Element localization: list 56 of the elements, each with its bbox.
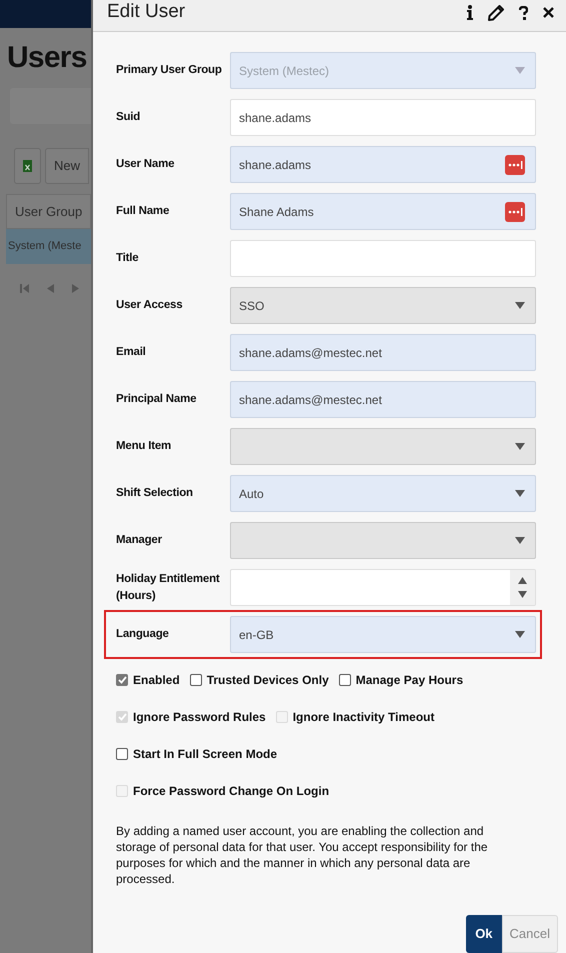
input-field[interactable] xyxy=(230,240,536,277)
field-label: Manager xyxy=(115,533,163,548)
checkbox-label: Ignore Inactivity Timeout xyxy=(292,708,435,726)
caret-icon xyxy=(515,302,525,309)
new-button[interactable]: New xyxy=(45,148,90,184)
dropdown[interactable]: SSO xyxy=(230,287,536,324)
number-input[interactable] xyxy=(230,569,536,606)
caret-icon xyxy=(515,631,525,638)
field-label: Menu Item xyxy=(115,439,172,454)
ok-button[interactable]: Ok xyxy=(466,915,502,953)
dialog-title: Edit User xyxy=(107,0,186,24)
checkbox-label: Ignore Password Rules xyxy=(133,708,266,726)
field-label: Principal Name xyxy=(115,392,198,407)
caret-icon xyxy=(515,67,525,74)
field-label: Holiday Entitlement (Hours) xyxy=(115,572,221,604)
caret-icon xyxy=(515,490,525,497)
close-icon[interactable] xyxy=(543,7,554,18)
caret-icon xyxy=(515,537,525,544)
input-field[interactable]: shane.adams@mestec.net xyxy=(230,334,536,371)
field-label: Primary User Group xyxy=(115,63,223,78)
input-field[interactable]: shane.adams xyxy=(230,99,536,136)
spreadsheet-icon xyxy=(23,160,32,172)
search-field[interactable] xyxy=(10,88,91,124)
info-icon[interactable] xyxy=(467,5,473,20)
dropdown[interactable]: Auto xyxy=(230,475,536,512)
field-label: Shift Selection xyxy=(115,486,194,501)
dropdown[interactable]: en-GB xyxy=(230,616,536,653)
down-arrow-icon[interactable] xyxy=(518,590,527,598)
field-label: Full Name xyxy=(115,204,170,219)
checkbox[interactable] xyxy=(116,748,128,760)
field-label: Language xyxy=(115,627,170,642)
field-label: Suid xyxy=(115,110,142,125)
privacy-notice: By adding a named user account, you are enabling the collection and storage of personal data for that user. You accept responsibility for the purposes for which and the manner in which any personal data are processed. xyxy=(115,823,489,887)
field-label: User Access xyxy=(115,298,184,313)
up-arrow-icon[interactable] xyxy=(518,577,527,584)
field-label: User Name xyxy=(115,157,176,172)
caret-icon xyxy=(515,443,525,450)
checkbox[interactable] xyxy=(116,674,128,686)
input-field[interactable]: shane.adams@mestec.net xyxy=(230,381,536,418)
password-manager-icon[interactable] xyxy=(505,154,525,174)
field-label: Title xyxy=(115,251,140,266)
page-title: Users xyxy=(7,40,88,76)
checkbox-label: Enabled xyxy=(133,672,180,688)
input-field[interactable]: Shane Adams xyxy=(230,193,536,230)
help-icon[interactable] xyxy=(519,6,528,20)
checkbox-label: Force Password Change On Login xyxy=(133,782,330,800)
pencil-icon[interactable] xyxy=(488,4,504,20)
checkbox-label: Start In Full Screen Mode xyxy=(133,746,278,762)
field-label: Email xyxy=(115,345,147,360)
checkbox-label: Manage Pay Hours xyxy=(356,672,464,688)
checkbox-label: Trusted Devices Only xyxy=(206,672,329,688)
checkbox[interactable] xyxy=(190,674,202,686)
password-manager-icon[interactable] xyxy=(505,202,525,222)
input-field[interactable]: shane.adams xyxy=(230,146,536,183)
spinner-buttons[interactable] xyxy=(510,570,535,605)
checkbox[interactable] xyxy=(338,674,351,686)
